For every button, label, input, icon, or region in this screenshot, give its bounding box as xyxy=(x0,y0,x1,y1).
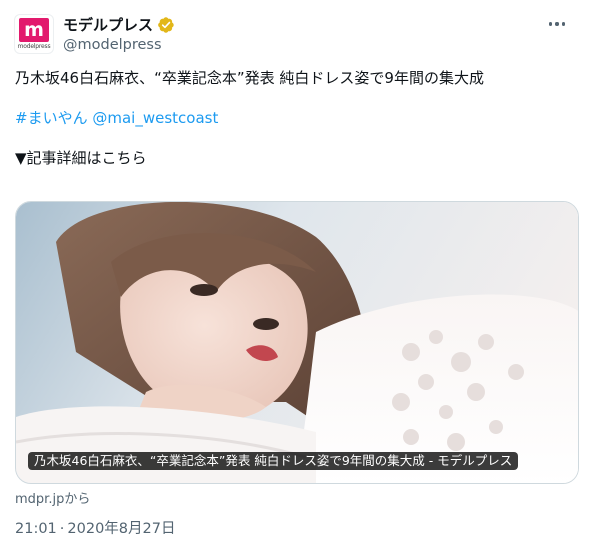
logo-letter: m xyxy=(24,19,44,41)
logo-wordmark: modelpress xyxy=(17,43,51,50)
more-dots-icon xyxy=(555,22,559,26)
link-card[interactable]: 乃木坂46白石麻衣、“卒業記念本”発表 純白ドレス姿で9年間の集大成 - モデル… xyxy=(15,201,579,484)
modelpress-logo: m xyxy=(19,18,49,42)
tweet-date: 2020年8月27日 xyxy=(67,521,176,537)
display-name[interactable]: モデルプレス xyxy=(63,15,153,35)
name-row: モデルプレス xyxy=(63,15,175,35)
card-photo xyxy=(16,202,578,483)
timestamp-separator: · xyxy=(59,521,65,537)
more-options-button[interactable] xyxy=(545,14,569,34)
tweet-time: 21:01 xyxy=(15,521,57,537)
more-dots-icon xyxy=(561,22,566,26)
tweet-text-line3: ▼記事詳細はこちら xyxy=(15,149,147,167)
tweet-links-line: #まいやん @mai_westcoast xyxy=(15,108,218,128)
hashtag-link[interactable]: #まいやん xyxy=(15,109,88,127)
tweet-text-line1: 乃木坂46白石麻衣、“卒業記念本”発表 純白ドレス姿で9年間の集大成 xyxy=(15,69,484,87)
card-source[interactable]: mdpr.jpから xyxy=(15,488,90,507)
card-title[interactable]: 乃木坂46白石麻衣、“卒業記念本”発表 純白ドレス姿で9年間の集大成 - モデル… xyxy=(28,452,519,470)
tweet-timestamp[interactable]: 21:01 · 2020年8月27日 xyxy=(15,517,175,538)
verified-badge-icon[interactable] xyxy=(157,16,175,34)
mention-link[interactable]: @mai_westcoast xyxy=(92,109,218,127)
tweet: m modelpress モデルプレス @modelpress 乃木坂46白石麻… xyxy=(0,0,591,547)
avatar[interactable]: m modelpress xyxy=(15,15,53,53)
account-handle[interactable]: @modelpress xyxy=(63,37,162,53)
more-dots-icon xyxy=(548,22,553,26)
